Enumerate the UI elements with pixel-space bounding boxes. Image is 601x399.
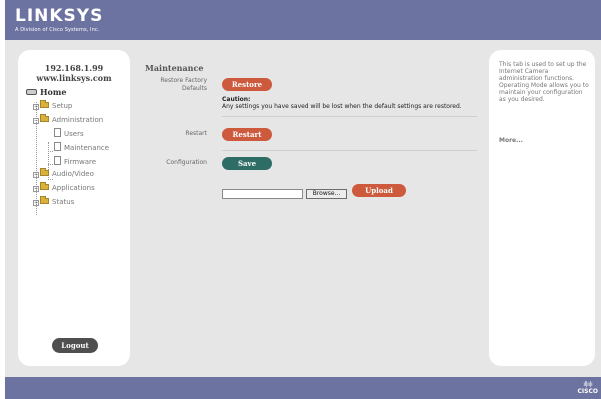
footer-bar: ıl|ıı|ı CISCO xyxy=(5,377,601,399)
expand-icon[interactable]: + xyxy=(33,104,39,110)
device-ip: 192.168.1.99 xyxy=(44,63,104,73)
label-line: Defaults xyxy=(181,85,207,92)
help-panel: This tab is used to set up the Internet … xyxy=(489,50,595,366)
restore-defaults-label: Restore Factory Defaults xyxy=(150,77,207,93)
sidebar-item-administration[interactable]: − Administration xyxy=(33,114,104,125)
restore-button[interactable]: Restore xyxy=(222,78,272,91)
label-line: Restore Factory xyxy=(160,77,207,84)
sidebar-item-label: Administration xyxy=(52,116,104,124)
folder-open-icon xyxy=(40,114,49,122)
page-icon xyxy=(54,156,61,165)
page-icon xyxy=(54,142,61,151)
upload-button[interactable]: Upload xyxy=(352,184,406,197)
cisco-logo: ıl|ıı|ı CISCO xyxy=(578,381,598,395)
tree-connector xyxy=(48,179,53,180)
folder-icon xyxy=(40,168,49,176)
save-button[interactable]: Save xyxy=(222,157,272,170)
caution-text: Any settings you have saved will be lost… xyxy=(222,103,462,110)
expand-icon[interactable]: + xyxy=(33,172,39,178)
device-host: www.linksys.com xyxy=(36,73,112,83)
sidebar-item-home[interactable]: Home xyxy=(26,88,66,97)
help-text: This tab is used to set up the Internet … xyxy=(499,61,589,103)
home-icon xyxy=(26,89,37,95)
sidebar-item-maintenance[interactable]: Maintenance xyxy=(54,142,109,153)
sidebar-item-label: Audio/Video xyxy=(52,170,94,178)
sidebar-item-label: Setup xyxy=(52,102,73,110)
sidebar-item-label: Users xyxy=(64,130,84,138)
sidebar-item-setup[interactable]: + Setup xyxy=(33,100,73,111)
restart-button[interactable]: Restart xyxy=(222,128,272,141)
expand-icon[interactable]: + xyxy=(33,186,39,192)
folder-icon xyxy=(40,100,49,108)
sidebar-item-audio-video[interactable]: + Audio/Video xyxy=(33,168,94,179)
header-bar: LINKSYS A Division of Cisco Systems, Inc… xyxy=(5,0,601,40)
brand-logo: LINKSYS xyxy=(15,6,104,26)
restart-label: Restart xyxy=(185,130,207,137)
sidebar-item-label: Status xyxy=(52,198,75,206)
logout-button[interactable]: Logout xyxy=(52,338,98,353)
nav-panel: 192.168.1.99 www.linksys.com Home + Setup… xyxy=(18,50,130,366)
sidebar-item-label: Applications xyxy=(52,184,95,192)
collapse-icon[interactable]: − xyxy=(33,118,39,124)
help-more-link[interactable]: More... xyxy=(499,137,523,144)
divider xyxy=(222,150,477,151)
caution-title: Caution: xyxy=(222,96,251,103)
divider xyxy=(222,116,477,117)
sidebar-item-label: Firmware xyxy=(64,158,97,166)
sidebar-item-firmware[interactable]: Firmware xyxy=(54,156,96,167)
config-file-input[interactable] xyxy=(222,189,303,199)
page-icon xyxy=(54,128,61,137)
configuration-label: Configuration xyxy=(166,159,207,166)
sidebar-item-label: Home xyxy=(40,87,67,97)
tree-connector xyxy=(48,151,53,152)
folder-icon xyxy=(40,182,49,190)
section-title: Maintenance xyxy=(145,63,204,73)
folder-icon xyxy=(40,196,49,204)
sidebar-item-users[interactable]: Users xyxy=(54,128,84,139)
browse-button[interactable]: Browse... xyxy=(306,189,347,199)
cisco-wordmark: CISCO xyxy=(577,388,598,395)
tree-connector xyxy=(48,164,53,165)
sidebar-item-label: Maintenance xyxy=(64,144,110,152)
sidebar-item-applications[interactable]: + Applications xyxy=(33,182,95,193)
cisco-bars-icon: ıl|ıı|ı xyxy=(583,381,593,388)
expand-icon[interactable]: + xyxy=(33,200,39,206)
page: LINKSYS A Division of Cisco Systems, Inc… xyxy=(0,0,601,399)
brand-subtitle: A Division of Cisco Systems, Inc. xyxy=(15,27,100,33)
sidebar-item-status[interactable]: + Status xyxy=(33,196,75,207)
